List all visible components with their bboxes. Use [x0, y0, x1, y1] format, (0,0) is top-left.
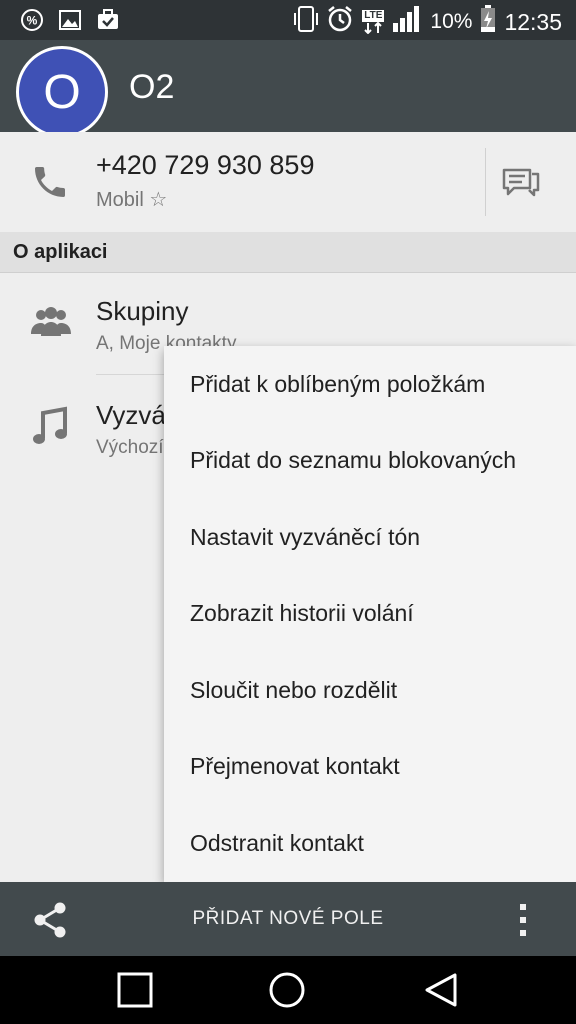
phone-type: Mobil ☆: [96, 189, 168, 211]
more-vert-icon[interactable]: [510, 900, 538, 940]
lte-icon: LTE: [362, 10, 385, 34]
back-icon[interactable]: [421, 970, 461, 1010]
navigation-bar: [0, 956, 576, 1024]
signal-icon: [392, 5, 422, 39]
menu-item-set-ringtone[interactable]: Nastavit vyzváněcí tón: [164, 499, 576, 576]
menu-item-call-history[interactable]: Zobrazit historii volání: [164, 576, 576, 653]
percent-icon: %: [20, 8, 44, 32]
avatar[interactable]: O: [16, 46, 108, 138]
home-icon[interactable]: [267, 970, 307, 1010]
recents-icon[interactable]: [115, 970, 155, 1010]
vibrate-icon: [294, 5, 319, 39]
section-header: O aplikaci: [0, 232, 576, 273]
add-field-button[interactable]: PŘIDAT NOVÉ POLE: [160, 908, 416, 930]
divider: [485, 148, 486, 216]
message-icon[interactable]: [500, 162, 542, 202]
alarm-icon: [326, 5, 354, 39]
status-bar: % LTE 10% 12:35: [0, 0, 576, 40]
menu-item-merge-split[interactable]: Sloučit nebo rozdělit: [164, 652, 576, 729]
phone-number: +420 729 930 859: [96, 150, 315, 180]
phone-row[interactable]: +420 729 930 859 Mobil ☆: [0, 132, 576, 232]
bottom-action-bar: PŘIDAT NOVÉ POLE: [0, 882, 576, 956]
menu-item-rename[interactable]: Přejmenovat kontakt: [164, 729, 576, 806]
battery-percent: 10%: [430, 10, 473, 33]
section-title: O aplikaci: [13, 241, 108, 263]
image-icon: [58, 8, 82, 32]
contact-name: O2: [129, 68, 175, 106]
menu-item-delete[interactable]: Odstranit kontakt: [164, 805, 576, 882]
groups-icon: [29, 300, 73, 344]
menu-item-add-favorites[interactable]: Přidat k oblíbeným položkám: [164, 346, 576, 423]
clock: 12:35: [504, 8, 562, 35]
phone-icon: [30, 162, 70, 202]
avatar-letter: O: [43, 65, 81, 119]
overflow-menu: Přidat k oblíbeným položkám Přidat do se…: [164, 346, 576, 882]
groups-title: Skupiny: [96, 296, 189, 326]
briefcase-icon: [96, 8, 120, 32]
ringtone-subtitle: Výchozí: [96, 437, 164, 458]
svg-text:%: %: [27, 14, 38, 28]
battery-icon: [480, 5, 496, 39]
music-note-icon: [29, 405, 73, 449]
menu-item-add-blocked[interactable]: Přidat do seznamu blokovaných: [164, 423, 576, 500]
share-icon[interactable]: [30, 900, 70, 940]
